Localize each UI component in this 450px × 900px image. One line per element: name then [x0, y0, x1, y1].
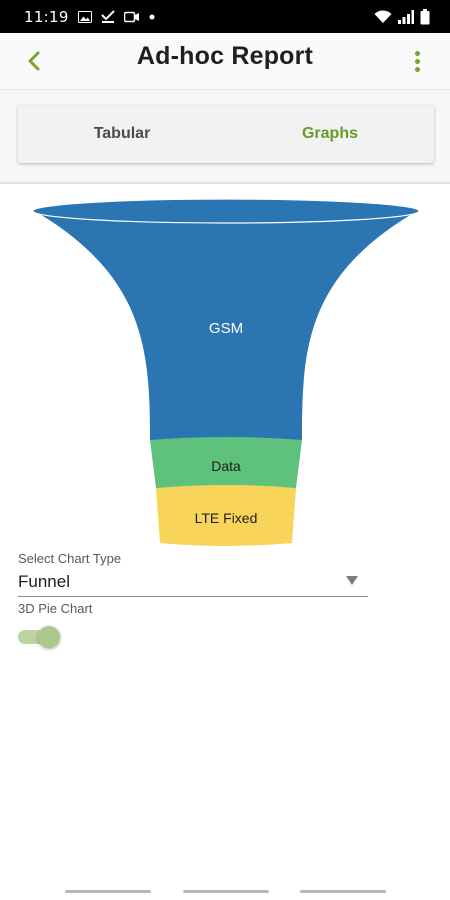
more-vert-icon-dot: [414, 66, 420, 72]
wifi-icon: [374, 9, 392, 24]
funnel-label-data: Data: [211, 458, 241, 474]
nav-home-button[interactable]: [183, 890, 269, 893]
funnel-chart-svg: GSM Data LTE Fixed: [32, 198, 420, 546]
nav-back-button[interactable]: [300, 890, 386, 893]
3d-pie-toggle[interactable]: [18, 626, 60, 648]
dropdown-arrow-icon: [346, 576, 358, 585]
toggle-thumb[interactable]: [38, 626, 60, 648]
check-download-icon: [101, 10, 115, 23]
funnel-chart: GSM Data LTE Fixed: [0, 190, 450, 550]
nav-recents-button[interactable]: [65, 890, 151, 893]
more-vert-icon-dot: [414, 50, 420, 56]
funnel-label-gsm: GSM: [209, 320, 243, 337]
status-bar: 11:19: [0, 0, 450, 33]
chart-type-label: Select Chart Type: [18, 551, 122, 566]
chart-type-value: Funnel: [18, 572, 70, 591]
tab-graphs[interactable]: Graphs: [226, 105, 434, 163]
video-icon: [123, 11, 140, 23]
chart-type-select[interactable]: Funnel: [18, 568, 368, 597]
tab-tabular[interactable]: Tabular: [18, 105, 226, 163]
status-right: [374, 8, 430, 25]
signal-icon: [398, 9, 414, 24]
image-icon: [77, 10, 92, 23]
tab-area: Tabular Graphs: [0, 90, 450, 184]
app-bar: Ad-hoc Report: [0, 33, 450, 90]
more-options-button[interactable]: [410, 47, 424, 75]
more-vert-icon-dot: [414, 58, 420, 64]
status-left: 11:19: [24, 8, 155, 26]
status-time: 11:19: [24, 7, 69, 26]
funnel-label-lte-fixed: LTE Fixed: [195, 510, 258, 526]
tab-bar: Tabular Graphs: [18, 105, 434, 163]
dot-icon: [149, 14, 155, 20]
battery-icon: [420, 8, 430, 25]
funnel-top-rim: [32, 198, 420, 224]
system-nav-bar: [0, 870, 450, 900]
3d-pie-toggle-label: 3D Pie Chart: [18, 601, 93, 616]
page-title: Ad-hoc Report: [136, 42, 314, 70]
